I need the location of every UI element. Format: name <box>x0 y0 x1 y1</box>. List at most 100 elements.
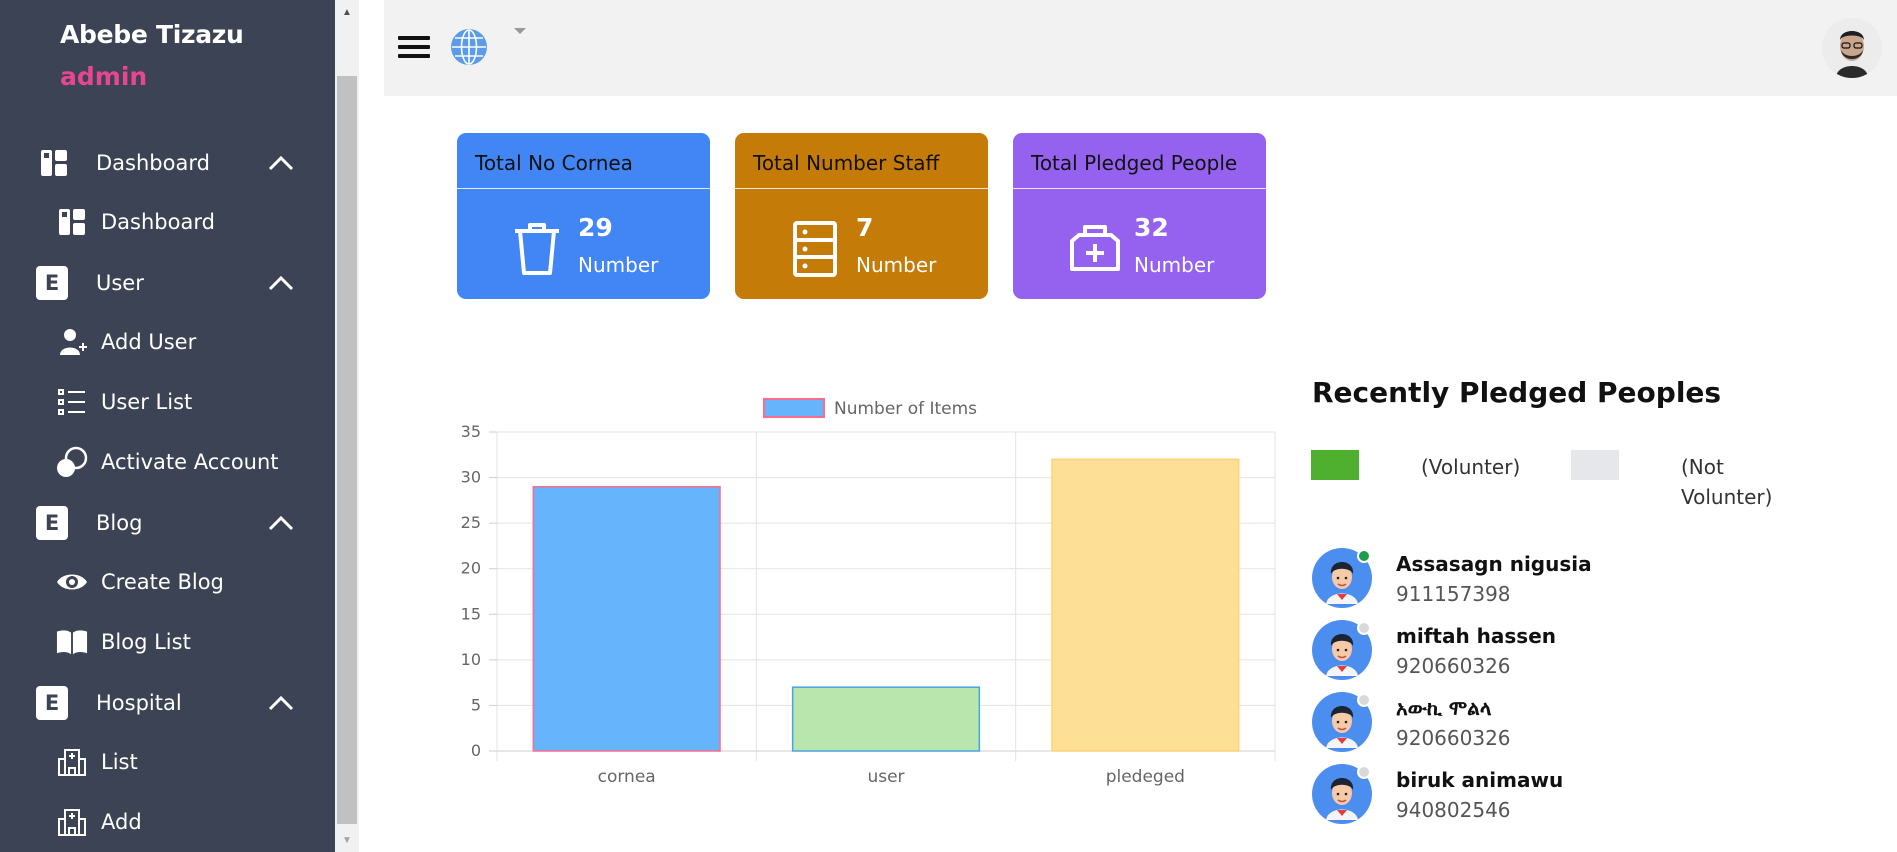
person-phone: 940802546 <box>1396 798 1511 822</box>
list-item[interactable]: Assasagn nigusia 911157398 <box>1312 548 1812 612</box>
sidebar-item-label: Blog List <box>101 630 191 654</box>
cabinet-icon <box>791 221 839 277</box>
chevron-up-icon[interactable] <box>268 510 294 536</box>
legend-label: Number of Items <box>834 399 977 419</box>
person-name: Assasagn nigusia <box>1396 552 1592 576</box>
sidebar-group-user[interactable]: E User <box>0 259 335 307</box>
bar-cornea <box>532 485 721 752</box>
avatar <box>1312 620 1372 680</box>
chevron-up-icon[interactable] <box>268 270 294 296</box>
trash-icon <box>513 221 561 277</box>
hamburger-icon[interactable] <box>398 36 430 60</box>
profile-name: Abebe Tizazu <box>60 20 244 49</box>
sidebar: Abebe Tizazu admin Dashboard Dashboard E… <box>0 0 335 852</box>
list-icon <box>56 386 88 418</box>
scroll-down-arrow-icon[interactable]: ▼ <box>335 828 359 852</box>
person-name: አውኪ ሞልላ <box>1396 696 1492 720</box>
book-icon <box>56 626 88 658</box>
stat-card-staff: Total Number Staff 7 Number <box>735 133 988 299</box>
dashboard-icon <box>38 147 70 179</box>
sidebar-group-label: Blog <box>96 511 143 535</box>
card-divider <box>735 188 988 189</box>
sidebar-item-label: User List <box>101 390 193 414</box>
chart-y-axis: 0 5 10 15 20 25 30 35 <box>461 422 497 760</box>
sidebar-group-blog[interactable]: E Blog <box>0 499 335 547</box>
sidebar-item-user-list[interactable]: User List <box>0 378 335 426</box>
sidebar-scrollbar[interactable]: ▲ ▼ <box>335 0 359 852</box>
legend-swatch-not-volunteer <box>1571 450 1619 480</box>
hospital-icon <box>56 746 88 778</box>
bar-user <box>791 686 981 752</box>
y-tick-label: 25 <box>461 513 481 532</box>
sidebar-item-label: Dashboard <box>101 210 215 234</box>
card-value: 7 <box>856 213 874 242</box>
card-title: Total Pledged People <box>1031 151 1238 175</box>
sidebar-item-label: Add User <box>101 330 197 354</box>
y-tick-label: 5 <box>471 695 481 714</box>
bar-pledeged <box>1051 458 1240 752</box>
sidebar-group-label: Dashboard <box>96 151 210 175</box>
sidebar-item-add-user[interactable]: Add User <box>0 318 335 366</box>
legend-swatch <box>763 398 825 418</box>
top-bar <box>384 0 1897 96</box>
x-tick-label: cornea <box>598 767 656 787</box>
card-divider <box>1013 188 1266 189</box>
avatar <box>1312 764 1372 824</box>
y-tick-label: 0 <box>471 741 481 760</box>
legend-label-volunteer: (Volunter) <box>1421 455 1521 479</box>
y-tick-label: 10 <box>461 650 481 669</box>
bar-chart: 0 5 10 15 20 25 30 35 cornea user pledeged Number… <box>461 398 1276 787</box>
toggle-icon <box>56 446 88 478</box>
card-value: 32 <box>1134 213 1169 242</box>
y-tick-label: 35 <box>461 422 481 441</box>
dashboard-icon <box>56 206 88 238</box>
sidebar-item-label: Create Blog <box>101 570 224 594</box>
avatar[interactable] <box>1822 18 1882 78</box>
medkit-icon <box>1069 221 1120 277</box>
list-item[interactable]: biruk animawu 940802546 <box>1312 764 1812 828</box>
avatar <box>1312 692 1372 752</box>
add-user-icon <box>56 326 88 358</box>
sidebar-group-label: Hospital <box>96 691 182 715</box>
chart-bars <box>532 458 1240 752</box>
list-item[interactable]: አውኪ ሞልላ 920660326 <box>1312 692 1812 756</box>
card-unit: Number <box>856 253 937 277</box>
y-tick-label: 15 <box>461 604 481 623</box>
hospital-icon <box>56 806 88 838</box>
card-title: Total Number Staff <box>753 151 940 175</box>
sidebar-group-label: User <box>96 271 144 295</box>
person-name: miftah hassen <box>1396 624 1556 648</box>
chevron-up-icon[interactable] <box>268 150 294 176</box>
app-root: Abebe Tizazu admin Dashboard Dashboard E… <box>0 0 1897 852</box>
sidebar-group-dashboard[interactable]: Dashboard <box>0 139 335 187</box>
sidebar-item-blog-list[interactable]: Blog List <box>0 618 335 666</box>
card-unit: Number <box>1134 253 1215 277</box>
avatar <box>1312 548 1372 608</box>
recent-pledged-title: Recently Pledged Peoples <box>1312 376 1722 409</box>
chart-legend[interactable]: Number of Items <box>763 398 977 419</box>
e-badge-icon: E <box>36 686 68 720</box>
person-phone: 920660326 <box>1396 654 1511 678</box>
chevron-up-icon[interactable] <box>268 690 294 716</box>
person-phone: 911157398 <box>1396 582 1511 606</box>
legend-swatch-volunteer <box>1311 450 1359 480</box>
sidebar-item-dashboard[interactable]: Dashboard <box>0 198 335 246</box>
card-title: Total No Cornea <box>475 151 633 175</box>
sidebar-item-create-blog[interactable]: Create Blog <box>0 558 335 606</box>
e-badge-icon: E <box>36 506 68 540</box>
caret-down-icon[interactable] <box>514 28 526 34</box>
card-unit: Number <box>578 253 659 277</box>
sidebar-item-hospital-add[interactable]: Add <box>0 798 335 846</box>
x-tick-label: user <box>867 767 904 787</box>
stat-card-pledged: Total Pledged People 32 Number <box>1013 133 1266 299</box>
sidebar-item-label: Add <box>101 810 142 834</box>
sidebar-item-label: List <box>101 750 138 774</box>
stat-card-cornea: Total No Cornea 29 Number <box>457 133 710 299</box>
sidebar-item-hospital-list[interactable]: List <box>0 738 335 786</box>
sidebar-group-hospital[interactable]: E Hospital <box>0 679 335 727</box>
list-item[interactable]: miftah hassen 920660326 <box>1312 620 1812 684</box>
globe-icon[interactable] <box>450 28 488 66</box>
scroll-up-arrow-icon[interactable]: ▲ <box>335 0 359 24</box>
scroll-thumb[interactable] <box>337 76 357 824</box>
sidebar-item-activate-account[interactable]: Activate Account <box>0 438 335 486</box>
